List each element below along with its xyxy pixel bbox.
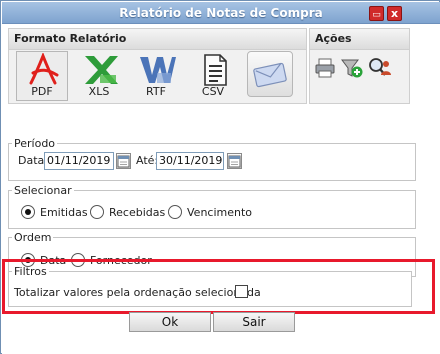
radio-vencimento-label: Vencimento [187, 206, 253, 219]
title-bar[interactable]: Relatório de Notas de Compra ▭ x [2, 2, 440, 24]
pdf-icon [29, 53, 59, 85]
actions-panel: Ações [309, 28, 410, 104]
close-icon: x [390, 7, 399, 20]
format-rtf-button[interactable]: RTF [130, 51, 182, 101]
printer-icon [315, 58, 335, 78]
ok-button[interactable]: Ok [129, 312, 211, 332]
close-button[interactable]: x [387, 6, 402, 21]
radio-recebidas-label: Recebidas [109, 206, 166, 219]
print-button[interactable] [314, 57, 336, 79]
calendar-icon [228, 155, 241, 168]
calendar-icon [117, 155, 130, 168]
totalize-label: Totalizar valores pela ordenação selecio… [14, 286, 261, 299]
period-legend: Período [14, 137, 56, 150]
radio-emitidas-label: Emitidas [40, 206, 88, 219]
format-csv-label: CSV [201, 85, 225, 98]
format-csv-button[interactable]: CSV [187, 51, 239, 101]
format-pdf-button[interactable]: PDF [16, 51, 68, 101]
radio-emitidas[interactable] [21, 205, 35, 219]
dialog-content: Formato Relatório PDF XLS RTF CSV Ações … [2, 24, 440, 354]
end-date-label: Até: [136, 154, 159, 167]
excel-icon [85, 56, 118, 84]
format-xls-button[interactable]: XLS [73, 51, 125, 101]
search-button[interactable] [368, 57, 392, 79]
minimize-button[interactable]: ▭ [369, 6, 384, 21]
csv-document-icon [204, 54, 227, 86]
actions-panel-title: Ações [310, 29, 409, 50]
format-xls-label: XLS [88, 85, 110, 98]
format-rtf-label: RTF [146, 85, 166, 98]
format-panel-title: Formato Relatório [9, 29, 306, 50]
select-legend: Selecionar [14, 184, 72, 197]
order-legend: Ordem [14, 231, 52, 244]
start-date-calendar-button[interactable] [116, 153, 131, 169]
report-dialog: Relatório de Notas de Compra ▭ x Formato… [0, 0, 440, 354]
filter-add-icon [341, 59, 363, 78]
radio-vencimento[interactable] [168, 205, 182, 219]
filters-legend: Filtros [14, 265, 47, 278]
word-icon [140, 57, 176, 83]
format-panel: Formato Relatório PDF XLS RTF CSV [8, 28, 307, 104]
email-button[interactable] [247, 51, 293, 97]
end-date-input[interactable]: 30/11/2019 [156, 152, 224, 170]
minimize-icon: ▭ [372, 10, 381, 20]
totalize-checkbox[interactable] [235, 285, 248, 298]
search-user-icon [369, 58, 391, 76]
end-date-calendar-button[interactable] [227, 153, 242, 169]
format-pdf-label: PDF [31, 85, 53, 98]
radio-recebidas[interactable] [90, 205, 104, 219]
add-filter-button[interactable] [340, 57, 364, 79]
start-date-input[interactable]: 01/11/2019 [44, 152, 114, 170]
email-icon [253, 62, 287, 88]
sair-button[interactable]: Sair [213, 312, 295, 332]
